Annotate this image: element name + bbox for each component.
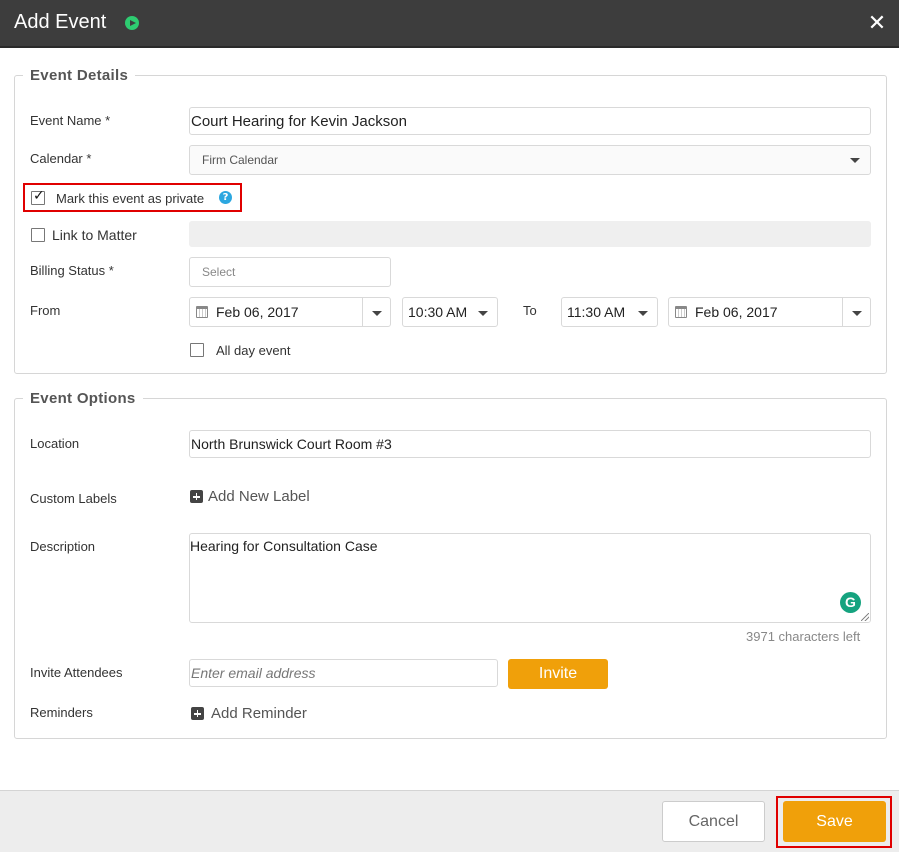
dialog-title: Add Event xyxy=(14,11,107,33)
all-day-checkbox[interactable] xyxy=(190,343,204,357)
matter-input xyxy=(189,221,871,247)
from-label: From xyxy=(30,303,61,318)
location-value: North Brunswick Court Room #3 xyxy=(191,436,392,452)
all-day-label: All day event xyxy=(216,343,291,358)
billing-status-label: Billing Status * xyxy=(30,263,114,278)
calendar-icon xyxy=(675,306,687,318)
help-icon[interactable]: ? xyxy=(219,191,232,204)
add-reminder-link[interactable]: Add Reminder xyxy=(211,705,307,722)
private-label: Mark this event as private xyxy=(56,191,205,206)
description-textarea[interactable]: Hearing for Consultation Case G xyxy=(189,533,871,623)
calendar-label: Calendar * xyxy=(30,151,92,166)
to-date-picker[interactable]: Feb 06, 2017 xyxy=(668,297,871,327)
link-matter-label: Link to Matter xyxy=(52,227,137,243)
description-value: Hearing for Consultation Case xyxy=(190,538,378,554)
billing-placeholder: Select xyxy=(202,265,236,279)
cancel-button[interactable]: Cancel xyxy=(662,801,765,842)
grammarly-icon[interactable]: G xyxy=(840,592,861,613)
event-options-legend: Event Options xyxy=(30,390,136,407)
invite-placeholder: Enter email address xyxy=(191,665,316,681)
calendar-select[interactable]: Firm Calendar xyxy=(189,145,871,175)
chevron-down-icon xyxy=(850,158,860,163)
billing-status-select[interactable]: Select xyxy=(189,257,391,287)
to-time-picker[interactable]: 11:30 AM xyxy=(561,297,658,327)
plus-icon xyxy=(191,707,204,720)
calendar-value: Firm Calendar xyxy=(202,153,279,167)
event-name-input[interactable]: Court Hearing for Kevin Jackson xyxy=(189,107,871,135)
to-label: To xyxy=(523,303,537,318)
from-date-picker[interactable]: Feb 06, 2017 xyxy=(189,297,391,327)
to-date-value: Feb 06, 2017 xyxy=(695,304,778,320)
from-date-dropdown-button[interactable] xyxy=(362,298,390,326)
reminders-label: Reminders xyxy=(30,705,93,720)
dialog-header: Add Event ✕ xyxy=(0,0,899,48)
location-label: Location xyxy=(30,436,80,451)
location-input[interactable]: North Brunswick Court Room #3 xyxy=(189,430,871,458)
calendar-icon xyxy=(196,306,208,318)
from-time-dropdown-button[interactable] xyxy=(469,298,497,326)
invite-attendees-label: Invite Attendees xyxy=(30,665,123,680)
from-date-value: Feb 06, 2017 xyxy=(216,304,299,320)
event-name-value: Court Hearing for Kevin Jackson xyxy=(191,112,407,130)
resize-handle-icon[interactable] xyxy=(861,613,869,621)
to-time-value: 11:30 AM xyxy=(567,304,626,320)
add-new-label-link[interactable]: Add New Label xyxy=(208,488,310,505)
event-details-legend: Event Details xyxy=(30,67,129,84)
characters-left-counter: 3971 characters left xyxy=(746,629,861,644)
event-name-label: Event Name * xyxy=(30,113,111,128)
close-icon[interactable]: ✕ xyxy=(866,12,888,34)
plus-icon xyxy=(190,490,203,503)
invite-email-input[interactable]: Enter email address xyxy=(189,659,498,687)
save-button[interactable]: Save xyxy=(783,801,886,842)
custom-labels-label: Custom Labels xyxy=(30,491,117,506)
play-icon[interactable] xyxy=(125,16,139,30)
from-time-value: 10:30 AM xyxy=(408,304,468,320)
to-date-dropdown-button[interactable] xyxy=(842,298,870,326)
link-matter-checkbox[interactable] xyxy=(31,228,45,242)
private-checkbox[interactable] xyxy=(31,188,45,205)
invite-button[interactable]: Invite xyxy=(508,659,608,689)
description-label: Description xyxy=(30,539,96,554)
from-time-picker[interactable]: 10:30 AM xyxy=(402,297,498,327)
to-time-dropdown-button[interactable] xyxy=(629,298,657,326)
